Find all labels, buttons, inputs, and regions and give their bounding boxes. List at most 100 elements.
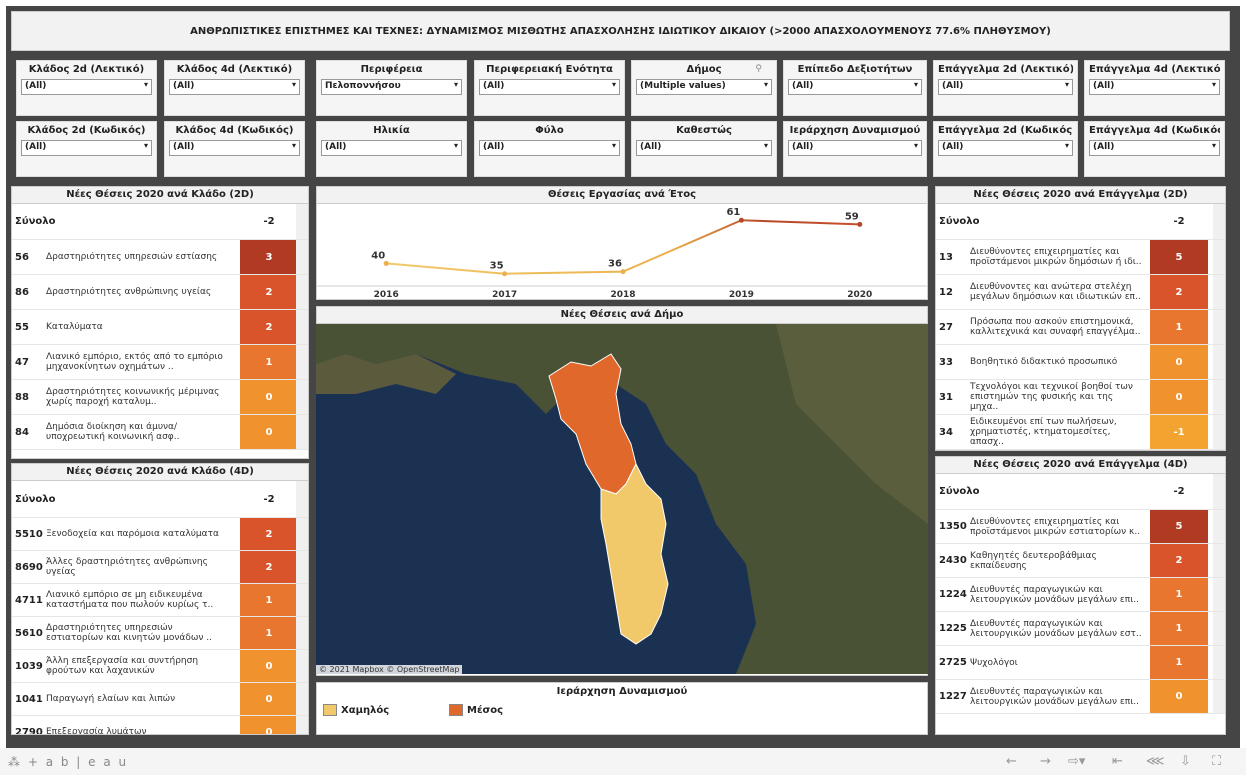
legend-item-medium[interactable]: Μέσος <box>449 704 503 716</box>
scrollbar[interactable] <box>1213 474 1225 509</box>
filter-dropdown[interactable]: (All) ▾ <box>169 140 300 156</box>
table-row[interactable]: 5510 Ξενοδοχεία και παρόμοια καταλύματα 2 <box>12 518 308 551</box>
scrollbar[interactable] <box>1213 415 1225 449</box>
scrollbar[interactable] <box>1213 578 1225 611</box>
filter-dropdown[interactable]: (All) ▾ <box>479 140 620 156</box>
filter-dropdown[interactable]: (All) ▾ <box>169 79 300 95</box>
table-row[interactable]: 88 Δραστηριότητες κοινωνικής μέριμνας χωρ… <box>12 380 308 415</box>
data-point[interactable] <box>620 269 626 275</box>
table-row[interactable]: 34 Ειδικευμένοι επί των πωλήσεων, χρηματι… <box>936 415 1225 450</box>
chevron-down-icon[interactable]: ▾ <box>144 80 148 89</box>
chevron-down-icon[interactable]: ▾ <box>454 141 458 150</box>
scrollbar[interactable] <box>296 204 308 239</box>
fullscreen-icon[interactable]: ⛶ <box>1212 754 1221 769</box>
scrollbar[interactable] <box>296 650 308 682</box>
scrollbar[interactable] <box>1213 544 1225 577</box>
scrollbar[interactable] <box>296 240 308 274</box>
filter-dropdown[interactable]: Πελοποννήσου ▾ <box>321 79 462 95</box>
scrollbar[interactable] <box>1213 204 1225 239</box>
revert-icon[interactable]: ⇨▾ <box>1068 754 1085 769</box>
scrollbar[interactable] <box>296 551 308 583</box>
chevron-down-icon[interactable]: ▾ <box>612 141 616 150</box>
scrollbar[interactable] <box>296 716 308 734</box>
table-row[interactable]: 56 Δραστηριότητες υπηρεσιών εστίασης 3 <box>12 240 308 275</box>
table-row[interactable]: 2790 Επεξεργασία λυμάτων 0 <box>12 716 308 734</box>
data-point[interactable] <box>738 217 744 223</box>
chevron-down-icon[interactable]: ▾ <box>1212 80 1216 89</box>
table-row[interactable]: 1227 Διευθυντές παραγωγικών και λειτουργι… <box>936 680 1225 714</box>
scrollbar[interactable] <box>1213 646 1225 679</box>
scrollbar[interactable] <box>296 275 308 309</box>
data-point[interactable] <box>857 221 863 227</box>
table-row[interactable]: 47 Λιανικό εμπόριο, εκτός από το εμπόριο … <box>12 345 308 380</box>
table-row[interactable]: 1041 Παραγωγή ελαίων και λιπών 0 <box>12 683 308 716</box>
undo-icon[interactable]: ← <box>1006 754 1017 769</box>
table-row[interactable]: 1224 Διευθυντές παραγωγικών και λειτουργι… <box>936 578 1225 612</box>
table-row[interactable]: 4711 Λιανικό εμπόριο σε μη ειδικευμένα κα… <box>12 584 308 617</box>
scrollbar[interactable] <box>1213 510 1225 543</box>
filter-dropdown[interactable]: (All) ▾ <box>21 140 152 156</box>
chevron-down-icon[interactable]: ▾ <box>1065 141 1069 150</box>
chevron-down-icon[interactable]: ▾ <box>292 141 296 150</box>
download-icon[interactable]: ⇩ <box>1180 754 1191 769</box>
clear-filter-icon[interactable]: ⚲ <box>755 64 762 74</box>
scrollbar[interactable] <box>1213 310 1225 344</box>
chevron-down-icon[interactable]: ▾ <box>292 80 296 89</box>
chevron-down-icon[interactable]: ▾ <box>764 80 768 89</box>
scrollbar[interactable] <box>296 683 308 715</box>
chevron-down-icon[interactable]: ▾ <box>1212 141 1216 150</box>
table-row[interactable]: 1039 Άλλη επεξεργασία και συντήρηση φρούτ… <box>12 650 308 683</box>
data-point[interactable] <box>502 271 508 277</box>
scrollbar[interactable] <box>1213 345 1225 379</box>
data-point[interactable] <box>383 260 389 266</box>
filter-dropdown[interactable]: (All) ▾ <box>321 140 462 156</box>
table-row[interactable]: 13 Διευθύνοντες επιχειρηματίες και προϊστ… <box>936 240 1225 275</box>
scrollbar[interactable] <box>296 345 308 379</box>
filter-dropdown[interactable]: (All) ▾ <box>938 140 1073 156</box>
filter-dropdown[interactable]: (All) ▾ <box>1089 79 1220 95</box>
scrollbar[interactable] <box>296 584 308 616</box>
table-row[interactable]: 1350 Διευθύνοντες επιχειρηματίες και προϊ… <box>936 510 1225 544</box>
chevron-down-icon[interactable]: ▾ <box>454 80 458 89</box>
redo-icon[interactable]: → <box>1040 754 1051 769</box>
table-row[interactable]: 84 Δημόσια διοίκηση και άμυνα/ υποχρεωτικ… <box>12 415 308 450</box>
scrollbar[interactable] <box>296 415 308 449</box>
scrollbar[interactable] <box>1213 275 1225 309</box>
chevron-down-icon[interactable]: ▾ <box>764 141 768 150</box>
table-row[interactable]: 12 Διευθύνοντες και ανώτερα στελέχη μεγάλ… <box>936 275 1225 310</box>
table-row[interactable]: 86 Δραστηριότητες ανθρώπινης υγείας 2 <box>12 275 308 310</box>
municipality-map[interactable]: © 2021 Mapbox © OpenStreetMap <box>316 324 928 674</box>
table-row[interactable]: 1225 Διευθυντές παραγωγικών και λειτουργι… <box>936 612 1225 646</box>
chevron-down-icon[interactable]: ▾ <box>144 141 148 150</box>
filter-dropdown[interactable]: (All) ▾ <box>938 79 1073 95</box>
scrollbar[interactable] <box>296 380 308 414</box>
table-row[interactable]: 2725 Ψυχολόγοι 1 <box>936 646 1225 680</box>
share-icon[interactable]: ⋘ <box>1146 754 1165 769</box>
scrollbar[interactable] <box>296 481 308 517</box>
filter-dropdown[interactable]: (All) ▾ <box>479 79 620 95</box>
filter-dropdown[interactable]: (All) ▾ <box>636 140 772 156</box>
scrollbar[interactable] <box>296 518 308 550</box>
table-row[interactable]: 8690 Άλλες δραστηριότητες ανθρώπινης υγεί… <box>12 551 308 584</box>
reset-icon[interactable]: ⇤ <box>1112 754 1123 769</box>
filter-dropdown[interactable]: (All) ▾ <box>1089 140 1220 156</box>
filter-dropdown[interactable]: (Multiple values) ▾ <box>636 79 772 95</box>
chevron-down-icon[interactable]: ▾ <box>612 80 616 89</box>
filter-dropdown[interactable]: (All) ▾ <box>788 140 922 156</box>
filter-dropdown[interactable]: (All) ▾ <box>21 79 152 95</box>
legend-item-low[interactable]: Χαμηλός <box>323 704 389 716</box>
table-row[interactable]: 2430 Καθηγητές δευτεροβάθμιας εκπαίδευσης… <box>936 544 1225 578</box>
chevron-down-icon[interactable]: ▾ <box>914 80 918 89</box>
scrollbar[interactable] <box>1213 680 1225 713</box>
table-row[interactable]: 55 Καταλύματα 2 <box>12 310 308 345</box>
chevron-down-icon[interactable]: ▾ <box>1065 80 1069 89</box>
table-row[interactable]: 27 Πρόσωπα που ασκούν επιστημονικά, καλλι… <box>936 310 1225 345</box>
filter-dropdown[interactable]: (All) ▾ <box>788 79 922 95</box>
table-row[interactable]: 31 Τεχνολόγοι και τεχνικοί βοηθοί των επι… <box>936 380 1225 415</box>
chevron-down-icon[interactable]: ▾ <box>914 141 918 150</box>
scrollbar[interactable] <box>296 310 308 344</box>
table-row[interactable]: 33 Βοηθητικό διδακτικό προσωπικό 0 <box>936 345 1225 380</box>
scrollbar[interactable] <box>1213 240 1225 274</box>
tableau-logo[interactable]: ⁂ + a b | e a u <box>8 755 128 769</box>
scrollbar[interactable] <box>1213 612 1225 645</box>
